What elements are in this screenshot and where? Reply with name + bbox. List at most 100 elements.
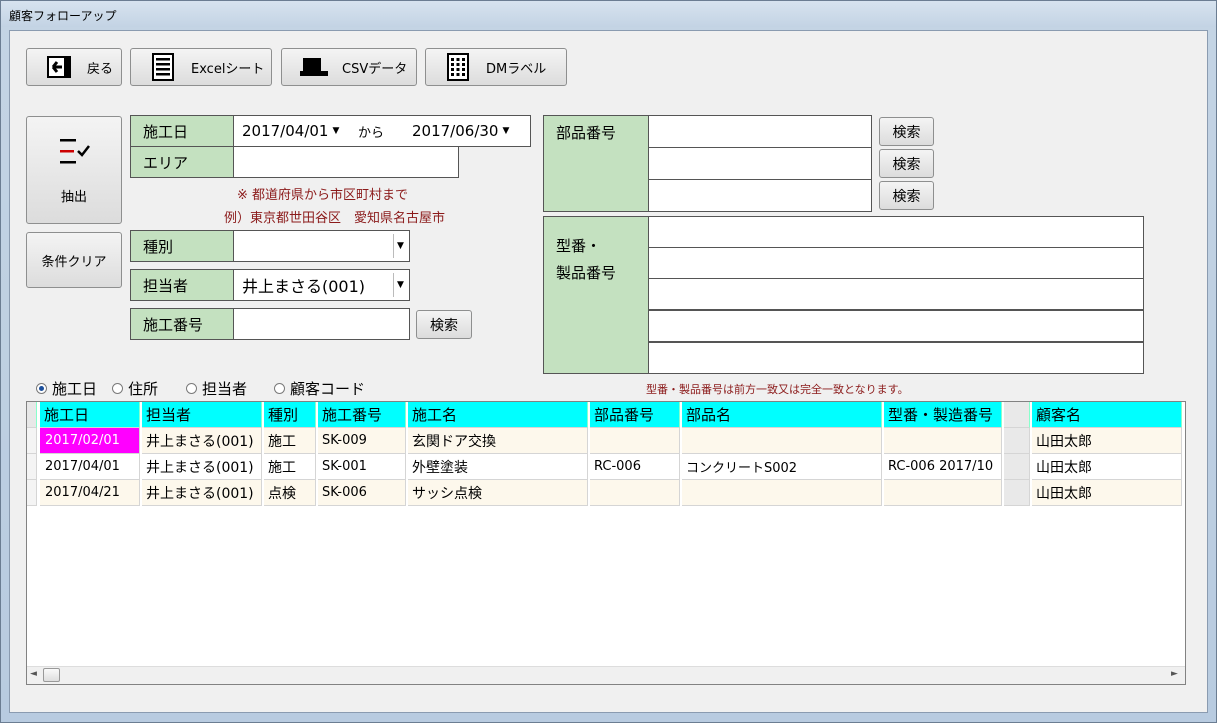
cell-part-name[interactable]: コンクリートS002	[682, 454, 882, 480]
chevron-down-icon[interactable]: ▼	[499, 121, 513, 141]
scroll-right-icon[interactable]: ►	[1171, 669, 1178, 679]
cell-model-no[interactable]: RC-006 2017/10	[884, 454, 1002, 480]
cell-work-no[interactable]: SK-006	[318, 480, 406, 506]
work-no-search-button[interactable]: 検索	[416, 310, 472, 339]
table-row[interactable]: 2017/04/21 井上まさる(001) 点検 SK-006 サッシ点検 山田…	[27, 480, 1185, 506]
cell-work-name[interactable]: サッシ点検	[408, 480, 588, 506]
scroll-thumb[interactable]	[43, 668, 60, 682]
cell-staff[interactable]: 井上まさる(001)	[142, 428, 262, 454]
sort-radio-label: 担当者	[202, 380, 248, 398]
part-search-button-3[interactable]: 検索	[879, 181, 934, 210]
date-to-combo[interactable]: 2017/06/30 ▼	[409, 118, 515, 144]
cell-part-no[interactable]	[590, 480, 680, 506]
cell-part-name[interactable]	[682, 480, 882, 506]
area-input[interactable]	[233, 146, 459, 178]
model-no-input-4[interactable]	[648, 310, 1144, 342]
cell-work-no[interactable]: SK-001	[318, 454, 406, 480]
exit-arrow-icon	[41, 56, 77, 78]
chevron-down-icon[interactable]: ▼	[329, 121, 343, 141]
part-no-input-3[interactable]	[648, 179, 872, 212]
chevron-down-icon[interactable]: ▼	[393, 234, 407, 258]
model-no-input-1[interactable]	[648, 216, 1144, 248]
cell-blank[interactable]	[1004, 454, 1030, 480]
cell-part-no[interactable]	[590, 428, 680, 454]
cell-staff[interactable]: 井上まさる(001)	[142, 454, 262, 480]
radio-dot[interactable]	[274, 383, 285, 394]
monitor-icon	[296, 56, 332, 78]
row-header[interactable]	[27, 428, 37, 454]
horizontal-scrollbar[interactable]: ◄ ►	[27, 666, 1185, 684]
extract-button[interactable]: 抽出	[26, 116, 122, 224]
cell-type[interactable]: 施工	[264, 428, 316, 454]
part-no-input-1[interactable]	[648, 115, 872, 148]
window-title: 顧客フォローアップ	[9, 9, 117, 23]
work-no-input[interactable]	[233, 308, 410, 340]
cell-work-no[interactable]: SK-009	[318, 428, 406, 454]
part-search-button-2[interactable]: 検索	[879, 149, 934, 178]
cell-customer[interactable]: 山田太郎	[1032, 454, 1182, 480]
col-header-date[interactable]: 施工日	[40, 402, 140, 428]
cell-type[interactable]: 点検	[264, 480, 316, 506]
col-header-work-no[interactable]: 施工番号	[318, 402, 406, 428]
cell-model-no[interactable]	[884, 480, 1002, 506]
cell-work-name[interactable]: 玄関ドア交換	[408, 428, 588, 454]
cell-model-no[interactable]	[884, 428, 1002, 454]
staff-label: 担当者	[130, 269, 234, 301]
col-header-staff[interactable]: 担当者	[142, 402, 262, 428]
csv-data-button[interactable]: CSVデータ	[281, 48, 417, 86]
cell-date[interactable]: 2017/04/21	[40, 480, 140, 506]
dm-label-button[interactable]: DMラベル	[425, 48, 567, 86]
cell-customer[interactable]: 山田太郎	[1032, 480, 1182, 506]
col-header-part-name[interactable]: 部品名	[682, 402, 882, 428]
from-text: から	[358, 126, 385, 141]
clear-conditions-button[interactable]: 条件クリア	[26, 232, 122, 288]
cell-date[interactable]: 2017/02/01	[40, 428, 140, 454]
cell-customer[interactable]: 山田太郎	[1032, 428, 1182, 454]
model-no-input-5[interactable]	[648, 342, 1144, 374]
col-header-work-name[interactable]: 施工名	[408, 402, 588, 428]
label-grid-icon	[440, 53, 476, 81]
cell-blank[interactable]	[1004, 428, 1030, 454]
col-header-customer[interactable]: 顧客名	[1032, 402, 1182, 428]
col-header-type[interactable]: 種別	[264, 402, 316, 428]
sort-radio-customer-code[interactable]: 顧客コード	[274, 378, 365, 399]
cell-work-name[interactable]: 外壁塗装	[408, 454, 588, 480]
cell-part-no[interactable]: RC-006	[590, 454, 680, 480]
row-header[interactable]	[27, 480, 37, 506]
model-label-line1: 型番・	[556, 237, 602, 255]
sort-radio-staff[interactable]: 担当者	[186, 378, 247, 399]
col-header-model-no[interactable]: 型番・製造番号	[884, 402, 1002, 428]
staff-combo[interactable]: 井上まさる(001) ▼	[233, 269, 410, 301]
sort-radio-label: 施工日	[52, 380, 98, 398]
part-no-input-2[interactable]	[648, 147, 872, 180]
excel-sheet-button[interactable]: Excelシート	[130, 48, 272, 86]
part-no-label: 部品番号	[543, 115, 649, 212]
sort-radio-date[interactable]: 施工日	[36, 378, 97, 399]
table-row[interactable]: 2017/02/01 井上まさる(001) 施工 SK-009 玄関ドア交換 山…	[27, 428, 1185, 454]
col-header-part-no[interactable]: 部品番号	[590, 402, 680, 428]
radio-dot[interactable]	[112, 383, 123, 394]
cell-staff[interactable]: 井上まさる(001)	[142, 480, 262, 506]
part-search-button-1[interactable]: 検索	[879, 117, 934, 146]
date-label: 施工日	[130, 115, 234, 147]
cell-part-name[interactable]	[682, 428, 882, 454]
cell-date[interactable]: 2017/04/01	[40, 454, 140, 480]
table-row[interactable]: 2017/04/01 井上まさる(001) 施工 SK-001 外壁塗装 RC-…	[27, 454, 1185, 480]
back-button[interactable]: 戻る	[26, 48, 122, 86]
row-header[interactable]	[27, 454, 37, 480]
chevron-down-icon[interactable]: ▼	[393, 273, 407, 297]
model-label-line2: 製品番号	[556, 264, 617, 282]
checklist-icon	[56, 136, 92, 172]
sort-radio-address[interactable]: 住所	[112, 378, 158, 399]
model-no-input-3[interactable]	[648, 278, 1144, 310]
date-from-combo[interactable]: 2017/04/01 ▼	[239, 118, 345, 144]
results-grid[interactable]: 施工日 担当者 種別 施工番号 施工名 部品番号 部品名 型番・製造番号 顧客名…	[26, 401, 1186, 685]
scroll-left-icon[interactable]: ◄	[30, 669, 37, 679]
cell-type[interactable]: 施工	[264, 454, 316, 480]
type-combo[interactable]: ▼	[233, 230, 410, 262]
col-header-blank[interactable]	[1004, 402, 1030, 428]
radio-dot[interactable]	[36, 383, 47, 394]
cell-blank[interactable]	[1004, 480, 1030, 506]
radio-dot[interactable]	[186, 383, 197, 394]
model-no-input-2[interactable]	[648, 247, 1144, 279]
